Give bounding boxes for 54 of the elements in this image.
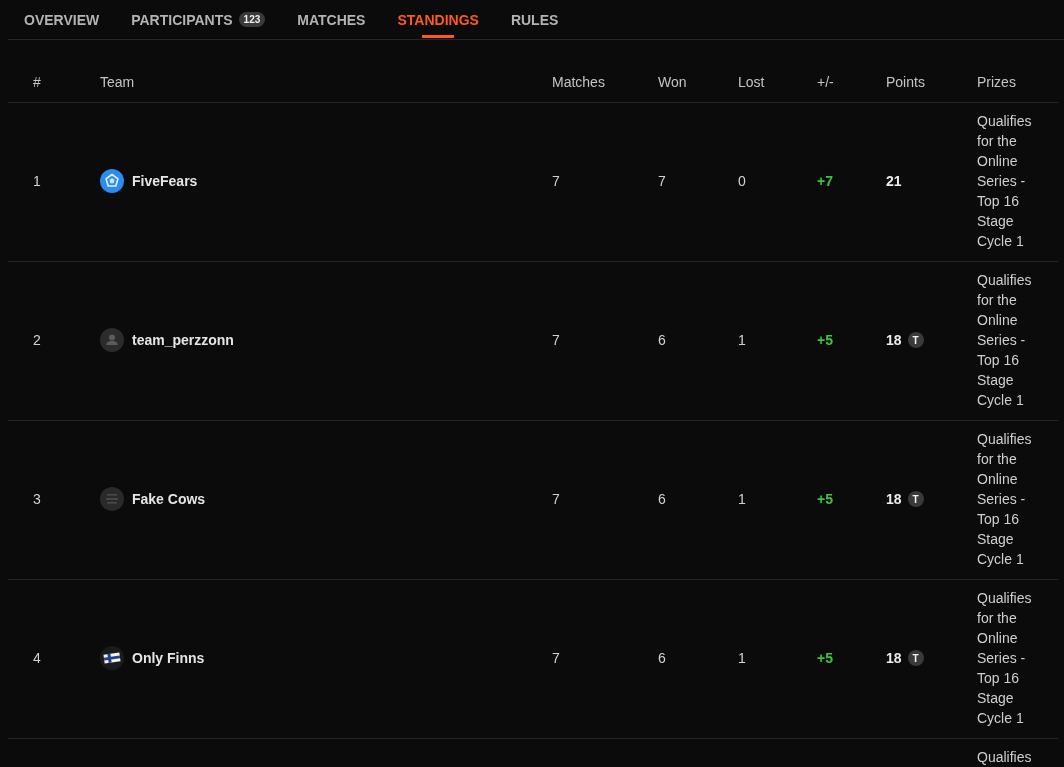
- matches-count: 7: [552, 491, 560, 507]
- prize-text: Qualifies for the Online Series - Top 16 Stage Cycle 1: [977, 271, 1033, 410]
- team-logo-icon: [100, 169, 124, 193]
- score-difference: +5: [817, 491, 833, 507]
- losses-count: 1: [738, 332, 746, 348]
- team-logo-icon: [100, 487, 124, 511]
- rank-number: 3: [33, 491, 41, 507]
- avatar-icon: [100, 328, 124, 352]
- score-difference: +5: [817, 332, 833, 348]
- wins-count: 6: [658, 491, 666, 507]
- won-header: Won: [658, 74, 687, 90]
- points-value: 21: [886, 173, 902, 189]
- team-header: Team: [100, 74, 135, 90]
- prize-text: Qualifies: [977, 748, 1033, 767]
- prize-text: Qualifies for the Online Series - Top 16 Stage Cycle 1: [977, 589, 1033, 728]
- rank-number: 4: [33, 650, 41, 666]
- tab[interactable]: OVERVIEW: [24, 0, 100, 39]
- tab[interactable]: MATCHES: [297, 0, 366, 39]
- prize-text: Qualifies for the Online Series - Top 16 Stage Cycle 1: [977, 430, 1033, 569]
- rank-number: 1: [33, 173, 41, 189]
- prize-text: Qualifies for the Online Series - Top 16 Stage Cycle 1: [977, 112, 1033, 251]
- tab[interactable]: RULES: [510, 0, 559, 39]
- difference-header: +/-: [817, 74, 834, 90]
- wins-count: 6: [658, 650, 666, 666]
- rank-header: #: [33, 74, 41, 90]
- team-name[interactable]: FiveFears: [132, 173, 198, 189]
- score-difference: +7: [817, 173, 833, 189]
- flag-icon: [100, 646, 124, 670]
- matches-count: 7: [552, 173, 560, 189]
- tab[interactable]: STANDINGS: [397, 0, 479, 39]
- team-name[interactable]: Only Finns: [132, 650, 205, 666]
- losses-count: 1: [738, 650, 746, 666]
- wins-count: 6: [658, 332, 666, 348]
- team-name[interactable]: Fake Cows: [132, 491, 206, 507]
- wins-count: 7: [658, 173, 666, 189]
- score-difference: +5: [817, 650, 833, 666]
- prizes-header: Prizes: [977, 74, 1016, 90]
- tiebreak-badge: T: [907, 650, 924, 666]
- tiebreak-badge: T: [907, 491, 924, 507]
- tab[interactable]: PARTICIPANTS 123: [131, 0, 266, 39]
- rank-number: 2: [33, 332, 41, 348]
- points-header: Points: [886, 74, 925, 90]
- team-name[interactable]: team_perzzonn: [132, 332, 234, 348]
- points-value: 18: [886, 491, 902, 507]
- points-value: 18: [886, 650, 902, 666]
- matches-header: Matches: [552, 74, 605, 90]
- matches-count: 7: [552, 332, 560, 348]
- tiebreak-badge: T: [907, 332, 924, 348]
- lost-header: Lost: [738, 74, 765, 90]
- losses-count: 0: [738, 173, 746, 189]
- points-value: 18: [886, 332, 902, 348]
- losses-count: 1: [738, 491, 746, 507]
- matches-count: 7: [552, 650, 560, 666]
- count-badge: 123: [238, 12, 266, 27]
